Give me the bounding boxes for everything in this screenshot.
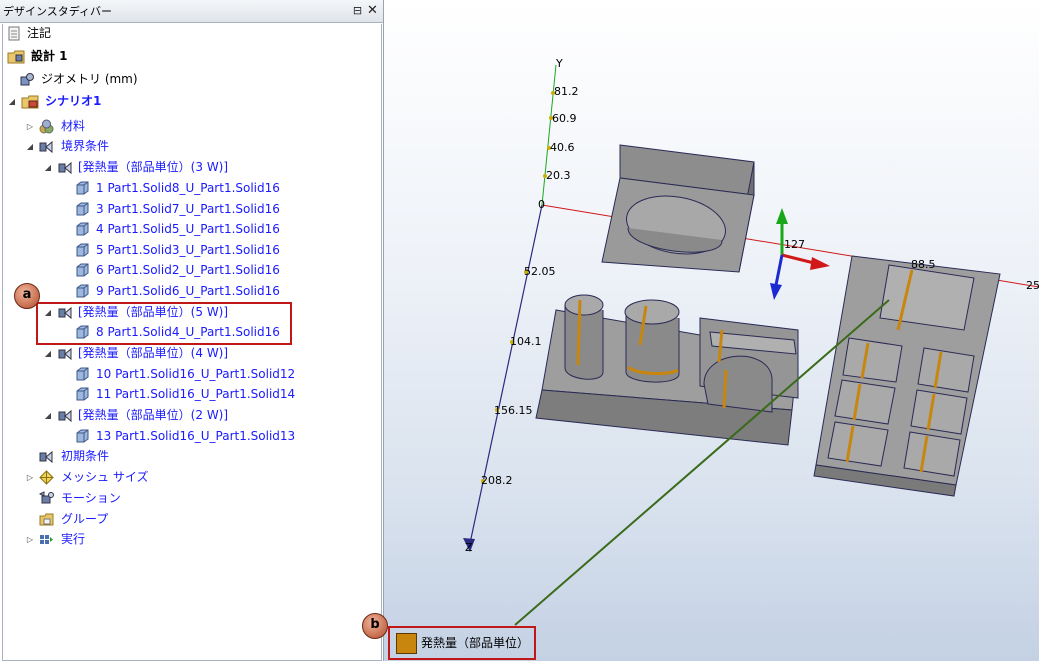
close-icon[interactable]: ✕ bbox=[366, 4, 379, 17]
y-tick-label: 81.2 bbox=[554, 85, 579, 98]
y-axis-label: Y bbox=[556, 57, 563, 70]
tree-item-label: [発熱量（部品単位）(4 W)] bbox=[78, 346, 229, 360]
tree-item-label: 実行 bbox=[61, 532, 86, 546]
middle-board bbox=[535, 294, 799, 446]
tree-item-label: 6 Part1.Solid2_U_Part1.Solid16 bbox=[96, 263, 280, 277]
solid-icon bbox=[75, 263, 90, 278]
heat-source-icon bbox=[58, 408, 73, 423]
tree-item-label: 11 Part1.Solid16_U_Part1.Solid14 bbox=[96, 387, 296, 401]
highlight-box-5w bbox=[36, 302, 292, 345]
heat-source-icon bbox=[58, 160, 73, 175]
expanded-arrow-icon[interactable]: ◢ bbox=[43, 344, 53, 363]
z-tick-label: 52.05 bbox=[524, 265, 556, 278]
highlight-box-legend bbox=[388, 626, 536, 660]
tree-item-label: 初期条件 bbox=[61, 449, 110, 463]
tree-item-label: 9 Part1.Solid6_U_Part1.Solid16 bbox=[96, 284, 280, 298]
panel-title: デザインスタディバー bbox=[3, 5, 113, 18]
x-tick-label: 127 bbox=[784, 238, 805, 251]
solid-icon bbox=[75, 202, 90, 217]
tree-item-label: モーション bbox=[61, 491, 121, 505]
tree-item-label: 設計 1 bbox=[31, 49, 68, 63]
y-tick-label: 40.6 bbox=[550, 141, 575, 154]
run-icon bbox=[39, 532, 54, 547]
tree-item-label: 材料 bbox=[61, 119, 86, 133]
initial-conditions-icon bbox=[39, 449, 54, 464]
triad-gizmo bbox=[770, 208, 830, 300]
graphics-viewport[interactable]: Y Z 81.2 60.9 40.6 20.3 0 52.05 104.1 15… bbox=[384, 0, 1039, 661]
panel-header: デザインスタディバー ⊟ ✕ bbox=[0, 0, 383, 23]
tree-item-label: 注記 bbox=[27, 26, 52, 40]
tree-item-label: 4 Part1.Solid5_U_Part1.Solid16 bbox=[96, 222, 280, 236]
callout-b: b bbox=[362, 613, 388, 639]
mesh-size-icon bbox=[39, 470, 54, 485]
z-tick-label: 208.2 bbox=[481, 474, 513, 487]
design-icon bbox=[7, 49, 25, 64]
collapsed-arrow-icon[interactable]: ▷ bbox=[25, 117, 35, 136]
expanded-arrow-icon[interactable]: ◢ bbox=[43, 406, 53, 425]
pin-icon[interactable]: ⊟ bbox=[351, 4, 364, 17]
solid-icon bbox=[75, 181, 90, 196]
tree-item-label: [発熱量（部品単位）(2 W)] bbox=[78, 408, 229, 422]
z-tick-label: 104.1 bbox=[510, 335, 542, 348]
solid-icon bbox=[75, 367, 90, 382]
solid-icon bbox=[75, 429, 90, 444]
model-scene bbox=[463, 64, 1039, 626]
tree-item-label: 5 Part1.Solid3_U_Part1.Solid16 bbox=[96, 243, 280, 257]
group-icon bbox=[39, 512, 54, 527]
right-board bbox=[813, 255, 1001, 497]
solid-icon bbox=[75, 284, 90, 299]
tree-item-label: 10 Part1.Solid16_U_Part1.Solid12 bbox=[96, 367, 296, 381]
solid-icon bbox=[75, 222, 90, 237]
expanded-arrow-icon[interactable]: ◢ bbox=[25, 137, 35, 156]
expanded-arrow-icon[interactable]: ◢ bbox=[43, 158, 53, 177]
tree-item-label: 境界条件 bbox=[61, 139, 110, 153]
x-tick-label-partial: 88.5 bbox=[911, 258, 936, 271]
z-tick-label: 156.15 bbox=[494, 404, 533, 417]
motion-icon bbox=[39, 491, 54, 506]
tree-item-label: メッシュ サイズ bbox=[61, 470, 149, 484]
tree-item-label: ジオメトリ (mm) bbox=[41, 72, 138, 86]
heat-source-icon bbox=[58, 346, 73, 361]
y-tick-label: 0 bbox=[538, 198, 545, 211]
x-tick-label: 25 bbox=[1026, 279, 1039, 292]
collapsed-arrow-icon[interactable]: ▷ bbox=[25, 530, 35, 549]
callout-a: a bbox=[14, 283, 40, 309]
tree-item-label: シナリオ1 bbox=[45, 94, 102, 108]
collapsed-arrow-icon[interactable]: ▷ bbox=[25, 468, 35, 487]
scenario-icon bbox=[21, 94, 39, 109]
expanded-arrow-icon[interactable]: ◢ bbox=[7, 92, 17, 111]
note-icon bbox=[7, 26, 22, 41]
solid-icon bbox=[75, 387, 90, 402]
z-axis-line bbox=[468, 204, 543, 549]
tree-item-label: 1 Part1.Solid8_U_Part1.Solid16 bbox=[96, 181, 280, 195]
geometry-icon bbox=[19, 72, 34, 87]
solid-icon bbox=[75, 243, 90, 258]
tree-item-label: 13 Part1.Solid16_U_Part1.Solid13 bbox=[96, 429, 296, 443]
materials-icon bbox=[39, 119, 54, 134]
y-tick-label: 60.9 bbox=[552, 112, 577, 125]
tree-item-label: グループ bbox=[61, 512, 109, 526]
tree-item-label: 3 Part1.Solid7_U_Part1.Solid16 bbox=[96, 202, 280, 216]
upper-block bbox=[601, 144, 755, 273]
y-tick-label: 20.3 bbox=[546, 169, 571, 182]
boundary-conditions-icon bbox=[39, 139, 54, 154]
z-axis-label: Z bbox=[465, 541, 473, 554]
tree-item-label: [発熱量（部品単位）(3 W)] bbox=[78, 160, 229, 174]
